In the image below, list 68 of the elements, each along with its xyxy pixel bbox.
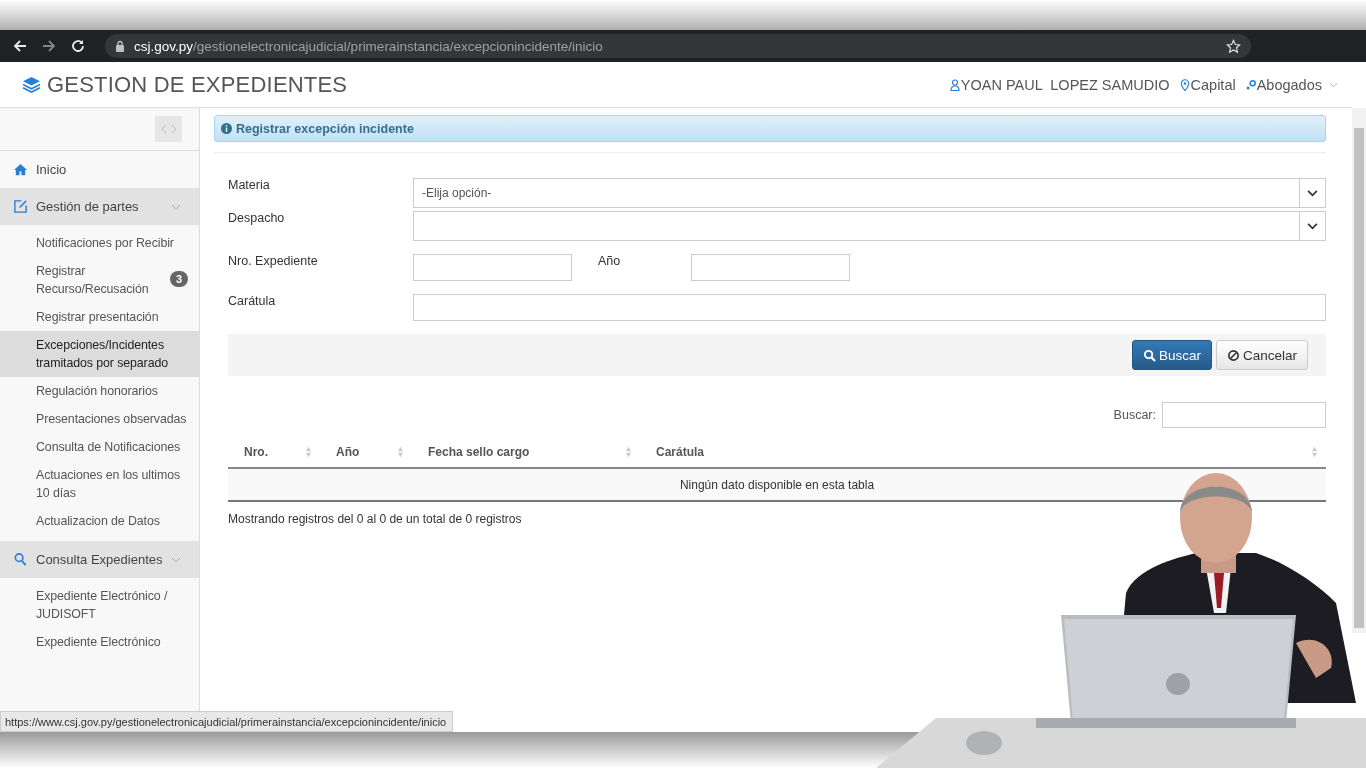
nav-subitem[interactable]: Registrar Recurso/Recusación bbox=[0, 257, 170, 303]
app-title: GESTION DE EXPEDIENTES bbox=[47, 71, 348, 98]
empty-table-message: Ningún dato disponible en esta tabla bbox=[679, 477, 875, 492]
chevrons-icon bbox=[160, 124, 177, 134]
caret-icon bbox=[1307, 189, 1318, 197]
nav-subitem[interactable]: Expediente Electrónico / JUDISOFT bbox=[0, 582, 199, 628]
key-icon bbox=[1245, 78, 1256, 91]
user-icon bbox=[949, 78, 960, 91]
field-label: Carátula bbox=[228, 294, 277, 308]
column-header[interactable]: Carátula bbox=[640, 436, 1326, 467]
role-menu[interactable]: Abogados bbox=[1245, 76, 1338, 93]
nav-subitem[interactable]: Presentaciones observadas bbox=[0, 405, 199, 433]
star-icon[interactable] bbox=[1226, 38, 1241, 54]
map-pin-icon bbox=[1179, 78, 1190, 91]
caratula-field[interactable] bbox=[413, 294, 1326, 321]
lock-icon bbox=[115, 40, 125, 52]
nav-subitem[interactable]: Regulación honorarios bbox=[0, 377, 199, 405]
location-link[interactable]: Capital bbox=[1179, 76, 1236, 93]
search-label: Buscar: bbox=[1113, 408, 1156, 422]
sort-icon bbox=[397, 445, 404, 458]
back-icon[interactable] bbox=[12, 38, 28, 54]
home-icon bbox=[13, 162, 28, 177]
sort-icon bbox=[1311, 445, 1318, 458]
scrollbar[interactable] bbox=[1352, 108, 1366, 473]
nav-subitem[interactable]: Notificaciones por Recibir bbox=[0, 229, 199, 257]
forward-icon[interactable] bbox=[41, 38, 57, 54]
layers-icon bbox=[22, 76, 41, 93]
user-menu[interactable]: YOAN PAUL LOPEZ SAMUDIO bbox=[949, 76, 1170, 93]
caret-icon bbox=[1307, 222, 1318, 230]
search-icon bbox=[1142, 348, 1156, 362]
field-label: Año bbox=[597, 254, 622, 268]
materia-select[interactable]: -Elija opción- bbox=[413, 178, 1326, 208]
table-info: Mostrando registros del 0 al 0 de un total de 0 registros bbox=[228, 512, 523, 526]
nav-subitem[interactable]: Expediente Electrónico bbox=[0, 628, 199, 656]
info-icon bbox=[221, 123, 232, 134]
field-label: Materia bbox=[228, 178, 271, 192]
cancel-button[interactable]: Cancelar bbox=[1215, 340, 1308, 370]
url-text: csj.gov.py/gestionelectronicajudicial/primerainstancia/excepcionincidente/inicio bbox=[134, 38, 604, 54]
sort-icon bbox=[625, 445, 632, 458]
despacho-select[interactable] bbox=[413, 211, 1326, 241]
chevron-down-icon bbox=[1329, 81, 1338, 88]
count-badge: 3 bbox=[170, 271, 188, 287]
column-header[interactable]: Fecha sello cargo bbox=[412, 436, 640, 467]
edit-icon bbox=[13, 199, 28, 214]
sort-icon bbox=[305, 445, 312, 458]
nav-section[interactable]: Consulta Expedientes bbox=[0, 541, 199, 578]
search-icon bbox=[13, 552, 28, 567]
search-button[interactable]: Buscar bbox=[1131, 340, 1212, 370]
nav-item[interactable]: Inicio bbox=[0, 151, 199, 188]
ban-icon bbox=[1226, 348, 1240, 362]
nav-subitem[interactable]: Excepciones/Incidentes tramitados por separado bbox=[0, 331, 199, 377]
reload-icon[interactable] bbox=[70, 38, 86, 54]
year-field[interactable] bbox=[691, 254, 850, 281]
nav-section[interactable]: Gestión de partes bbox=[0, 188, 199, 225]
nav-subitem[interactable]: Registrar presentación bbox=[0, 303, 199, 331]
table-search-field[interactable] bbox=[1162, 402, 1326, 428]
status-url: https://www.csj.gov.py/gestionelectronicajudicial/primerainstancia/excepcionincidente/inicio bbox=[0, 711, 454, 732]
expediente-field[interactable] bbox=[413, 254, 572, 281]
nav-subitem[interactable]: Actualizacion de Datos bbox=[0, 507, 199, 535]
field-label: Despacho bbox=[228, 211, 286, 225]
column-header[interactable]: Año bbox=[320, 436, 412, 467]
address-bar[interactable]: csj.gov.py/gestionelectronicajudicial/primerainstancia/excepcionincidente/inicio bbox=[105, 34, 1251, 58]
column-header[interactable]: Nro. bbox=[228, 436, 320, 467]
nav-subitem[interactable]: Actuaciones en los ultimos 10 días bbox=[0, 461, 199, 507]
panel-title: Registrar excepción incidente bbox=[236, 121, 414, 136]
sidebar-toggle[interactable] bbox=[155, 116, 182, 142]
field-label: Nro. Expediente bbox=[228, 254, 319, 268]
nav-subitem[interactable]: Consulta de Notificaciones bbox=[0, 433, 199, 461]
